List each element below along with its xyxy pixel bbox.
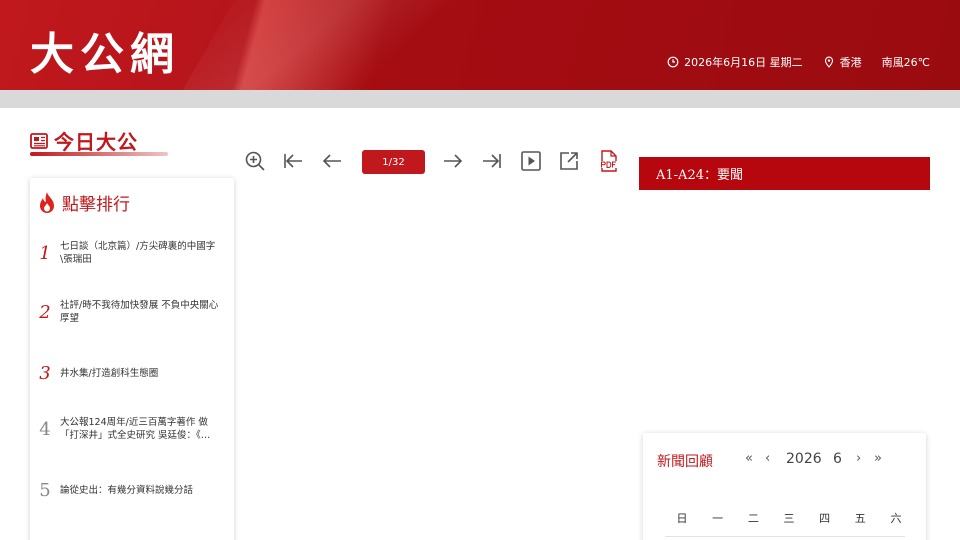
open-external-icon[interactable] (558, 150, 580, 172)
newspaper-icon (30, 132, 48, 149)
ranking-item[interactable]: 2 社評/時不我待加快發展 不負中央關心厚望 (30, 299, 234, 325)
ranking-link[interactable]: 論從史出：有幾分資料說幾分話 (60, 484, 220, 497)
first-page-icon[interactable] (282, 150, 304, 172)
flame-icon (40, 191, 54, 213)
ranking-item[interactable]: 1 七日談（北京篇）/方尖碑裏的中國字\張瑞田 (30, 240, 234, 266)
news-review-calendar: 新聞回顧 « ‹ 2026 6 › » 日 一 二 三 四 五 六 (643, 433, 926, 540)
weather-display: 南風26℃ (882, 54, 930, 70)
weekday-label: 五 (854, 512, 866, 525)
header-info: 2026年6月16日 星期二 香港 南風26℃ (653, 54, 930, 70)
weekday-label: 四 (819, 512, 831, 525)
weekday-label: 二 (747, 512, 759, 525)
pdf-icon[interactable] (598, 150, 620, 172)
ranking-link[interactable]: 大公報124周年/近三百萬字著作 做「打深井」式全史研究 吳廷俊：《… (60, 416, 220, 442)
date-text: 2026年6月16日 星期二 (684, 56, 803, 69)
ranking-number: 4 (39, 418, 51, 440)
ranking-number: 1 (39, 242, 51, 264)
ranking-item[interactable]: 5 論從史出：有幾分資料說幾分話 (30, 480, 234, 501)
calendar-title: 新聞回顧 (657, 454, 713, 470)
next-page-icon[interactable] (442, 150, 464, 172)
site-header: 大公網 2026年6月16日 星期二 香港 南風26℃ (0, 0, 960, 90)
ranking-link[interactable]: 井水集/打造創科生態圈 (60, 367, 220, 380)
header-divider-strip (0, 90, 960, 108)
site-logo[interactable]: 大公網 (30, 18, 180, 82)
prev-month-button[interactable]: ‹ (765, 451, 770, 466)
ranking-number: 3 (39, 363, 51, 384)
today-section-title: 今日大公 (30, 126, 138, 155)
ranking-panel: 點擊排行 1 七日談（北京篇）/方尖碑裏的中國字\張瑞田 2 社評/時不我待加快… (30, 178, 234, 540)
today-title-underline (30, 152, 168, 156)
weekday-label: 六 (890, 512, 902, 525)
calendar-weekdays: 日 一 二 三 四 五 六 (665, 510, 913, 526)
location-display: 香港 (823, 54, 862, 70)
date-display: 2026年6月16日 星期二 (667, 54, 803, 70)
ranking-number: 2 (39, 301, 51, 323)
next-year-button[interactable]: » (874, 451, 882, 466)
calendar-divider (665, 536, 905, 537)
location-pin-icon (824, 56, 833, 68)
weekday-label: 一 (712, 512, 724, 525)
last-page-icon[interactable] (481, 150, 503, 172)
section-selector[interactable]: A1-A24：要聞 (639, 157, 930, 190)
play-icon[interactable] (520, 150, 542, 172)
next-month-button[interactable]: › (856, 451, 861, 466)
weather-text: 南風26℃ (881, 56, 930, 69)
ranking-link[interactable]: 七日談（北京篇）/方尖碑裏的中國字\張瑞田 (60, 240, 220, 266)
ranking-title: 點擊排行 (62, 195, 130, 215)
prev-year-button[interactable]: « (745, 451, 753, 466)
today-title-text: 今日大公 (54, 130, 138, 154)
ranking-number: 5 (39, 480, 51, 501)
clock-icon (667, 56, 679, 68)
header-shine (142, 0, 498, 90)
location-text: 香港 (839, 56, 862, 69)
weekday-label: 三 (783, 512, 795, 525)
calendar-year[interactable]: 2026 (786, 451, 822, 467)
prev-page-icon[interactable] (321, 150, 343, 172)
ranking-header: 點擊排行 (36, 190, 130, 215)
ranking-item[interactable]: 4 大公報124周年/近三百萬字著作 做「打深井」式全史研究 吳廷俊：《… (30, 416, 234, 442)
calendar-month[interactable]: 6 (833, 451, 842, 467)
ranking-link[interactable]: 社評/時不我待加快發展 不負中央關心厚望 (60, 299, 220, 325)
weekday-label: 日 (676, 512, 688, 525)
zoom-in-icon[interactable] (244, 150, 266, 172)
ranking-item[interactable]: 3 井水集/打造創科生態圈 (30, 363, 234, 384)
page-indicator[interactable]: 1/32 (362, 150, 425, 174)
